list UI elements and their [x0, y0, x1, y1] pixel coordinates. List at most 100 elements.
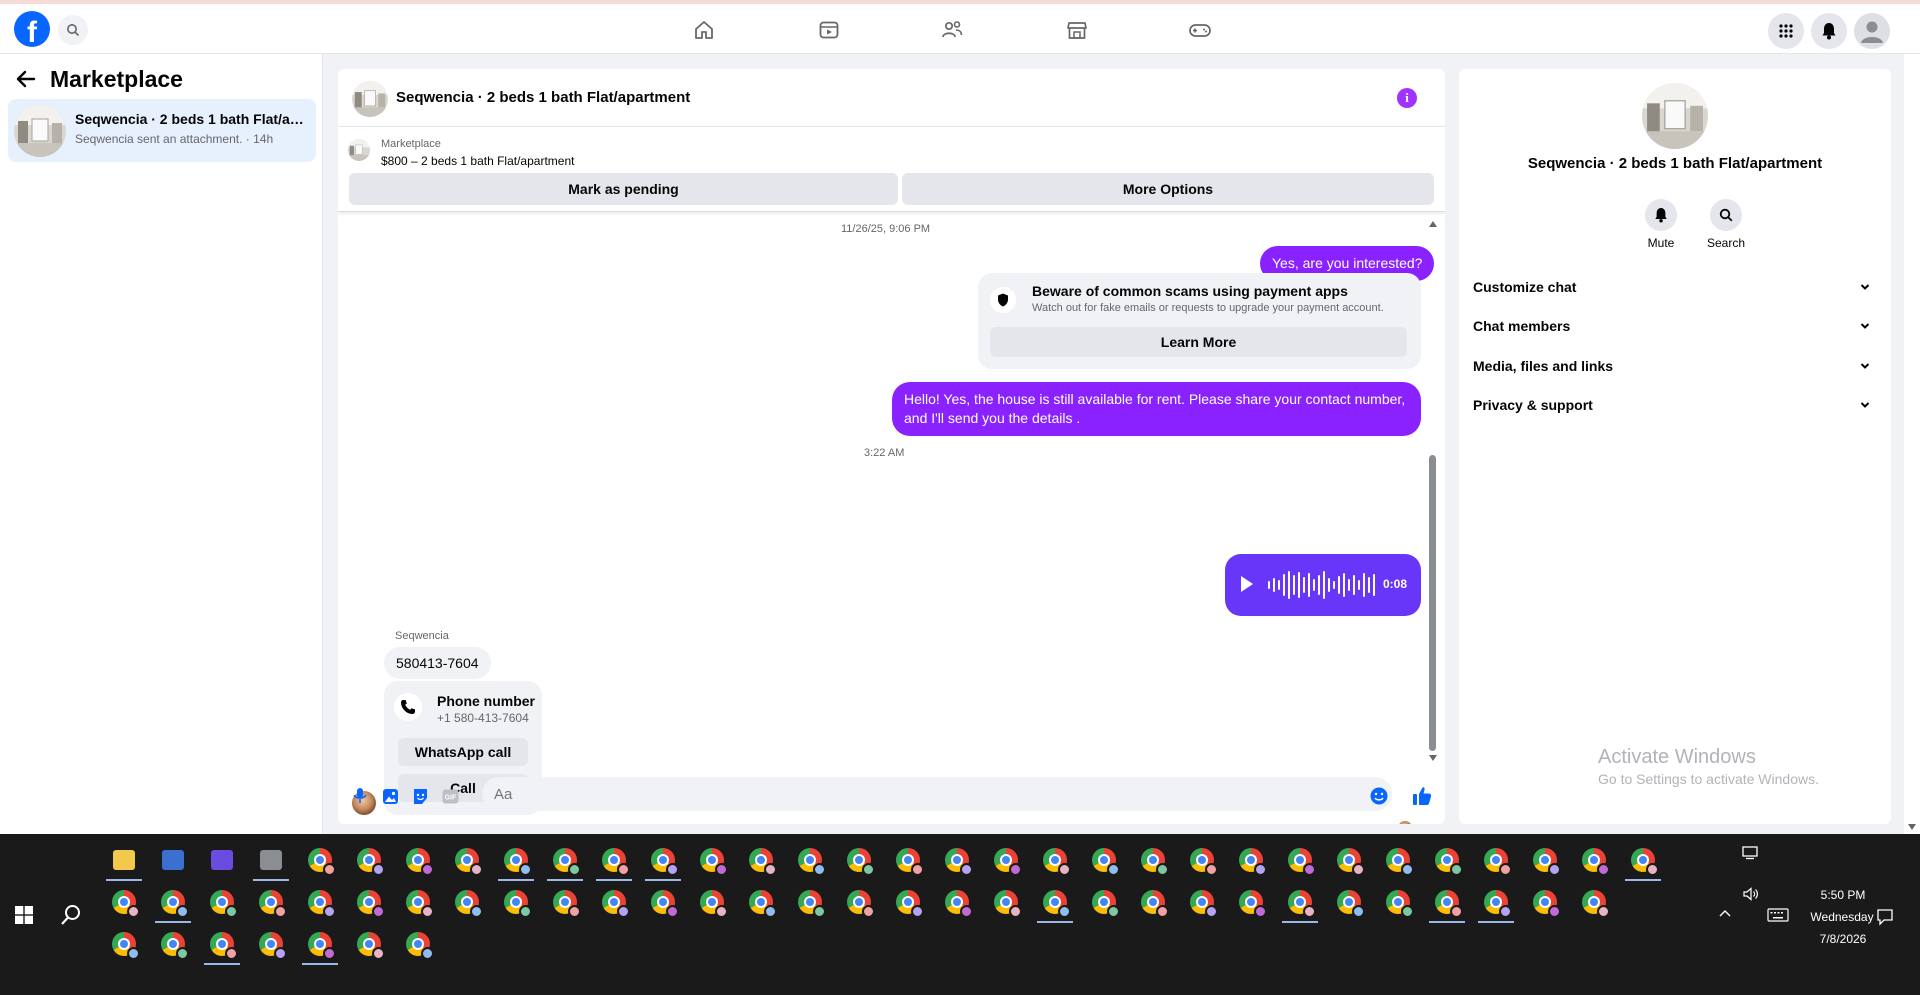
chrome-profile-icon[interactable]: [300, 840, 340, 880]
app-icon[interactable]: [202, 840, 242, 880]
search-icon[interactable]: [58, 15, 88, 45]
listing-thumbnail[interactable]: [352, 81, 388, 117]
chrome-profile-icon[interactable]: [741, 882, 781, 922]
friends-icon[interactable]: [940, 18, 964, 42]
chrome-profile-icon[interactable]: [398, 882, 438, 922]
chrome-profile-icon[interactable]: [104, 924, 144, 964]
scroll-up-icon[interactable]: [1429, 221, 1437, 227]
chrome-profile-icon[interactable]: [741, 840, 781, 880]
chrome-profile-icon[interactable]: [1329, 840, 1369, 880]
video-icon[interactable]: [817, 18, 841, 42]
scroll-thumb[interactable]: [1429, 455, 1436, 751]
photo-icon[interactable]: [380, 786, 400, 806]
chrome-profile-icon[interactable]: [447, 840, 487, 880]
chrome-profile-icon[interactable]: [692, 882, 732, 922]
back-arrow-icon[interactable]: [16, 70, 36, 93]
chrome-profile-icon[interactable]: [251, 924, 291, 964]
chrome-profile-icon[interactable]: [1133, 882, 1173, 922]
listing-summary[interactable]: $800 – 2 beds 1 bath Flat/apartment: [381, 154, 574, 168]
search-in-chat-button[interactable]: Search: [1696, 199, 1756, 250]
chat-title[interactable]: Seqwencia · 2 beds 1 bath Flat/apartment: [396, 89, 690, 106]
microphone-icon[interactable]: [350, 786, 370, 806]
chrome-profile-icon[interactable]: [839, 840, 879, 880]
chrome-profile-icon[interactable]: [937, 882, 977, 922]
chrome-profile-icon[interactable]: [1525, 840, 1565, 880]
chrome-profile-icon[interactable]: [594, 882, 634, 922]
chrome-profile-icon[interactable]: [1035, 882, 1075, 923]
chrome-profile-icon[interactable]: [300, 924, 340, 965]
chrome-profile-icon[interactable]: [447, 882, 487, 922]
keyboard-icon[interactable]: [1767, 908, 1789, 922]
chrome-profile-icon[interactable]: [1574, 882, 1614, 922]
apps-grid-icon[interactable]: [1768, 13, 1804, 49]
more-options-button[interactable]: More Options: [902, 173, 1434, 205]
chrome-profile-icon[interactable]: [986, 840, 1026, 880]
emoji-icon[interactable]: [1369, 786, 1389, 806]
chrome-profile-icon[interactable]: [349, 924, 389, 964]
chrome-profile-icon[interactable]: [888, 840, 928, 880]
file-explorer-icon[interactable]: [104, 840, 144, 881]
chrome-profile-icon[interactable]: [1525, 882, 1565, 922]
chrome-profile-icon[interactable]: [1476, 840, 1516, 880]
chrome-profile-icon[interactable]: [1427, 840, 1467, 880]
chrome-profile-icon[interactable]: [251, 882, 291, 922]
chrome-profile-icon[interactable]: [104, 882, 144, 922]
chrome-profile-icon[interactable]: [790, 882, 830, 922]
chrome-profile-icon[interactable]: [153, 924, 193, 964]
conversation-item[interactable]: Seqwencia · 2 beds 1 bath Flat/apa... Se…: [8, 99, 316, 162]
clock-date[interactable]: 7/8/2026: [1804, 932, 1882, 946]
facebook-logo-icon[interactable]: f: [14, 11, 50, 47]
chrome-profile-icon[interactable]: [398, 840, 438, 880]
chrome-profile-icon[interactable]: [1623, 840, 1663, 881]
sticker-icon[interactable]: [410, 786, 430, 806]
chrome-profile-icon[interactable]: [202, 882, 242, 922]
chat-scrollbar[interactable]: [1426, 215, 1440, 766]
clock-time[interactable]: 5:50 PM: [1804, 888, 1882, 902]
chrome-profile-icon[interactable]: [1182, 840, 1222, 880]
chrome-profile-icon[interactable]: [986, 882, 1026, 922]
chat-members-section[interactable]: Chat members: [1473, 308, 1877, 344]
chrome-profile-icon[interactable]: [1182, 882, 1222, 922]
learn-more-button[interactable]: Learn More: [990, 327, 1407, 357]
chrome-profile-icon[interactable]: [398, 924, 438, 964]
chrome-profile-icon[interactable]: [888, 882, 928, 922]
chrome-profile-icon[interactable]: [349, 840, 389, 880]
media-files-links-section[interactable]: Media, files and links: [1473, 348, 1877, 384]
marketplace-icon[interactable]: [1065, 18, 1089, 42]
profile-icon[interactable]: [1854, 13, 1890, 49]
chrome-profile-icon[interactable]: [1427, 882, 1467, 923]
home-icon[interactable]: [692, 18, 716, 42]
page-scrollbar[interactable]: [1904, 54, 1920, 834]
chrome-profile-icon[interactable]: [545, 840, 585, 881]
chrome-profile-icon[interactable]: [1231, 840, 1271, 880]
chrome-profile-icon[interactable]: [790, 840, 830, 880]
listing-thumbnail[interactable]: [1642, 83, 1708, 149]
chrome-profile-icon[interactable]: [1280, 882, 1320, 923]
chrome-profile-icon[interactable]: [496, 882, 536, 922]
chrome-profile-icon[interactable]: [1574, 840, 1614, 880]
chrome-profile-icon[interactable]: [1280, 840, 1320, 880]
like-icon[interactable]: [1412, 786, 1432, 806]
chrome-profile-icon[interactable]: [496, 840, 536, 881]
volume-icon[interactable]: [1742, 886, 1760, 902]
chrome-profile-icon[interactable]: [202, 924, 242, 965]
chrome-profile-icon[interactable]: [1329, 882, 1369, 922]
info-icon[interactable]: i: [1397, 88, 1417, 108]
chrome-profile-icon[interactable]: [1378, 840, 1418, 880]
mute-button[interactable]: Mute: [1631, 199, 1691, 250]
chrome-profile-icon[interactable]: [1035, 840, 1075, 880]
chrome-profile-icon[interactable]: [300, 882, 340, 922]
customize-chat-section[interactable]: Customize chat: [1473, 269, 1877, 305]
search-icon[interactable]: [1710, 199, 1742, 231]
bell-icon[interactable]: [1645, 199, 1677, 231]
scroll-down-icon[interactable]: [1429, 755, 1437, 761]
chrome-profile-icon[interactable]: [643, 840, 683, 881]
chrome-profile-icon[interactable]: [594, 840, 634, 881]
satellite-app-icon[interactable]: [251, 840, 291, 881]
chrome-profile-icon[interactable]: [643, 882, 683, 922]
chrome-profile-icon[interactable]: [1084, 840, 1124, 880]
chrome-profile-icon[interactable]: [1378, 882, 1418, 922]
whatsapp-call-button[interactable]: WhatsApp call: [398, 738, 528, 766]
chrome-profile-icon[interactable]: [545, 882, 585, 922]
chrome-profile-icon[interactable]: [1476, 882, 1516, 923]
